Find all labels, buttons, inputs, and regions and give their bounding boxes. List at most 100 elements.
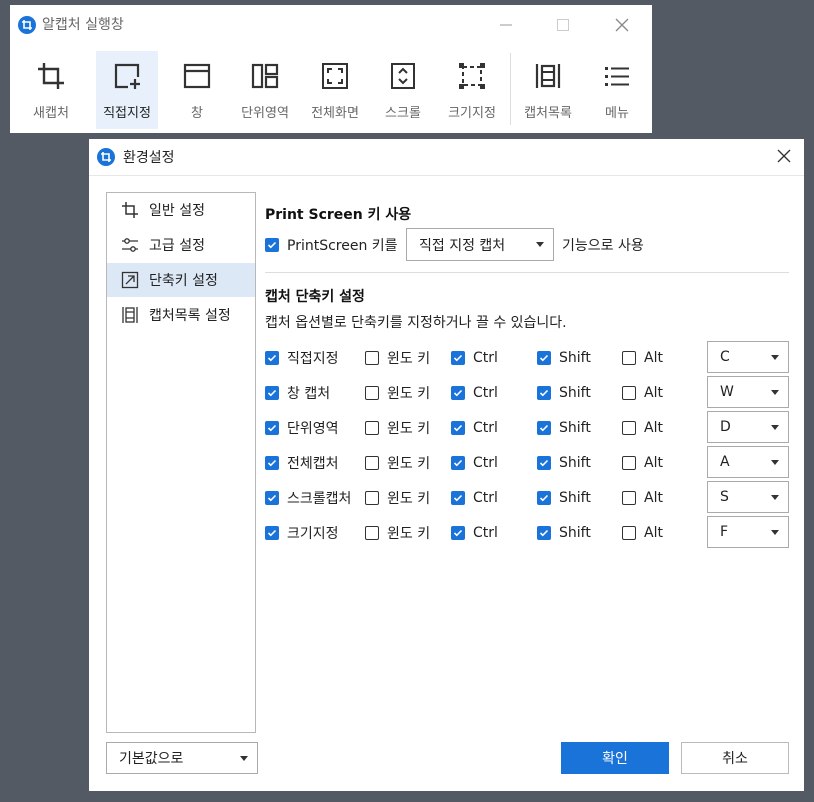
chevron-down-icon (771, 529, 779, 535)
win-key-checkbox[interactable]: 윈도 키 (365, 523, 430, 543)
checkbox-unchecked-icon (622, 386, 636, 400)
checkbox-checked-icon (265, 421, 279, 435)
ctrl-key-checkbox-label: Ctrl (473, 350, 498, 366)
chevron-down-icon (771, 389, 779, 395)
checkbox-unchecked-icon (365, 491, 379, 505)
win-key-checkbox-label: 윈도 키 (387, 456, 431, 472)
defaults-label: 기본값으로 (119, 751, 184, 767)
alt-key-checkbox[interactable]: Alt (622, 418, 663, 438)
window-title-bar: 알캡처 실행창 (18, 15, 124, 35)
nav-label: 캡처목록 설정 (149, 308, 231, 324)
nav-label: 일반 설정 (149, 203, 205, 219)
shift-key-checkbox-label: Shift (559, 420, 591, 436)
win-key-checkbox-label: 윈도 키 (387, 491, 431, 507)
hotkey-enable-checkbox[interactable]: 스크롤캡처 (265, 488, 351, 508)
ctrl-key-checkbox-label: Ctrl (473, 385, 498, 401)
shift-key-checkbox[interactable]: Shift (537, 348, 591, 368)
tool-scroll-capture[interactable]: 스크롤 (372, 51, 434, 129)
hotkey-enable-checkbox[interactable]: 크기지정 (265, 523, 339, 543)
fixed-size-icon (455, 59, 489, 93)
hotkey-key-select[interactable]: S (707, 481, 789, 513)
hotkey-key-select[interactable]: W (707, 376, 789, 408)
cancel-button[interactable]: 취소 (681, 742, 789, 774)
win-key-checkbox[interactable]: 윈도 키 (365, 418, 430, 438)
tool-label: 창 (191, 106, 203, 121)
close-button[interactable] (610, 13, 634, 37)
tool-direct-capture[interactable]: 직접지정 (96, 51, 158, 129)
nav-item-capture-list[interactable]: 캡처목록 설정 (107, 298, 255, 332)
tool-fixed-size[interactable]: 크기지정 (440, 51, 504, 129)
shift-key-checkbox[interactable]: Shift (537, 453, 591, 473)
checkbox-unchecked-icon (365, 421, 379, 435)
tool-window-capture[interactable]: 창 (166, 51, 228, 129)
hotkey-enable-checkbox[interactable]: 전체캡처 (265, 453, 339, 473)
dialog-title: 환경설정 (123, 150, 175, 166)
tool-label: 직접지정 (103, 106, 151, 121)
ctrl-key-checkbox-label: Ctrl (473, 490, 498, 506)
nav-item-shortcuts[interactable]: 단축키 설정 (107, 263, 255, 297)
ctrl-key-checkbox[interactable]: Ctrl (451, 488, 498, 508)
window-capture-icon (180, 59, 214, 93)
checkbox-checked-icon (537, 421, 551, 435)
nav-label: 고급 설정 (149, 238, 205, 254)
hotkey-key-select[interactable]: F (707, 516, 789, 548)
hotkey-key-value: C (720, 349, 730, 365)
printscreen-function-select[interactable]: 직접 지정 캡처 (406, 228, 554, 261)
hotkey-enable-checkbox[interactable]: 단위영역 (265, 418, 339, 438)
dialog-close-button[interactable] (772, 144, 796, 168)
hotkey-enable-checkbox-label: 스크롤캡처 (287, 491, 352, 507)
checkbox-unchecked-icon (365, 526, 379, 540)
alt-key-checkbox[interactable]: Alt (622, 453, 663, 473)
hotkey-key-select[interactable]: C (707, 341, 789, 373)
checkbox-checked-icon (537, 456, 551, 470)
minimize-button[interactable] (494, 13, 518, 37)
app-logo-icon (97, 148, 115, 166)
win-key-checkbox[interactable]: 윈도 키 (365, 453, 430, 473)
ctrl-key-checkbox[interactable]: Ctrl (451, 348, 498, 368)
hotkey-key-select[interactable]: A (707, 446, 789, 478)
tool-unit-area[interactable]: 단위영역 (234, 51, 296, 129)
alt-key-checkbox[interactable]: Alt (622, 348, 663, 368)
tool-fullscreen[interactable]: 전체화면 (304, 51, 366, 129)
checkbox-unchecked-icon (622, 526, 636, 540)
hotkey-key-value: W (720, 384, 734, 400)
checkbox-checked-icon (451, 491, 465, 505)
tool-label: 스크롤 (385, 106, 421, 121)
section-divider (265, 272, 789, 273)
hotkey-enable-checkbox[interactable]: 직접지정 (265, 348, 339, 368)
printscreen-checkbox-label: PrintScreen 키를 (287, 238, 398, 254)
crop-icon (120, 200, 140, 220)
ctrl-key-checkbox[interactable]: Ctrl (451, 418, 498, 438)
ctrl-key-checkbox[interactable]: Ctrl (451, 383, 498, 403)
alt-key-checkbox[interactable]: Alt (622, 383, 663, 403)
chevron-down-icon (771, 494, 779, 500)
shift-key-checkbox[interactable]: Shift (537, 523, 591, 543)
hotkey-key-select[interactable]: D (707, 411, 789, 443)
maximize-button[interactable] (551, 13, 575, 37)
printscreen-checkbox[interactable]: PrintScreen 키를 (265, 235, 398, 255)
shift-key-checkbox[interactable]: Shift (537, 488, 591, 508)
alt-key-checkbox[interactable]: Alt (622, 488, 663, 508)
shift-key-checkbox[interactable]: Shift (537, 418, 591, 438)
ctrl-key-checkbox[interactable]: Ctrl (451, 453, 498, 473)
win-key-checkbox[interactable]: 윈도 키 (365, 348, 430, 368)
hotkey-enable-checkbox-label: 전체캡처 (287, 456, 339, 472)
ok-button[interactable]: 확인 (561, 742, 669, 774)
alt-key-checkbox-label: Alt (644, 525, 663, 541)
hotkey-enable-checkbox[interactable]: 창 캡처 (265, 383, 330, 403)
nav-item-advanced[interactable]: 고급 설정 (107, 228, 255, 262)
nav-item-general[interactable]: 일반 설정 (107, 193, 255, 227)
ctrl-key-checkbox[interactable]: Ctrl (451, 523, 498, 543)
shift-key-checkbox-label: Shift (559, 385, 591, 401)
defaults-select[interactable]: 기본값으로 (106, 742, 258, 774)
checkbox-checked-icon (451, 456, 465, 470)
tool-menu[interactable]: 메뉴 (588, 51, 646, 129)
hotkey-key-value: S (720, 489, 729, 505)
shift-key-checkbox[interactable]: Shift (537, 383, 591, 403)
win-key-checkbox[interactable]: 윈도 키 (365, 383, 430, 403)
tool-capture-list[interactable]: 캡처목록 (514, 51, 582, 129)
sliders-icon (120, 235, 140, 255)
win-key-checkbox[interactable]: 윈도 키 (365, 488, 430, 508)
tool-new-capture[interactable]: 새캡처 (16, 51, 86, 129)
alt-key-checkbox[interactable]: Alt (622, 523, 663, 543)
